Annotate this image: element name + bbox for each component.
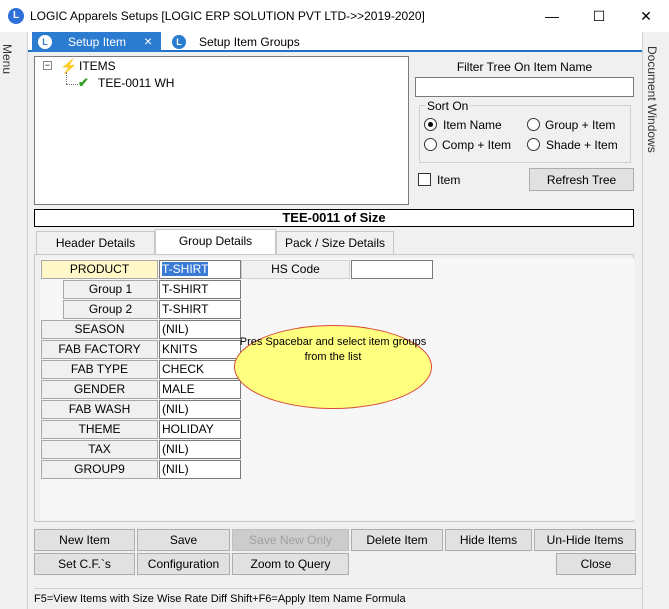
group-value-text: T-SHIRT [162,262,209,276]
group-value-group9[interactable]: (NIL) [159,460,241,479]
menu-strip-label[interactable]: Menu [0,44,14,74]
lightning-icon: ⚡ [60,58,78,74]
item-checkbox[interactable] [418,173,431,186]
tab-pack-size-details[interactable]: Pack / Size Details [276,231,394,254]
filter-caption: Filter Tree On Item Name [456,60,593,74]
zoom-to-query-button[interactable]: Zoom to Query [232,553,349,575]
tab-setup-item[interactable]: L Setup Item × [32,32,161,52]
radio-label[interactable]: Item Name [443,118,502,132]
group-label-fab-wash: FAB WASH [41,400,158,419]
tree-connector [66,84,78,85]
group-value-group1[interactable]: T-SHIRT [159,280,241,299]
document-windows-label[interactable]: Document Windows [645,46,659,153]
tab-label: Setup Item [68,35,127,49]
radio-label[interactable]: Comp + Item [442,138,511,152]
tab-group-details[interactable]: Group Details [155,229,276,255]
group-label-gender: GENDER [41,380,158,399]
group-value-season[interactable]: (NIL) [159,320,241,339]
group-value-fab-wash[interactable]: (NIL) [159,400,241,419]
new-item-button[interactable]: New Item [34,529,135,551]
item-banner: TEE-0011 of Size [34,209,634,227]
sort-on-group [419,105,631,163]
tree-connector [66,72,67,84]
set-cfs-button[interactable]: Set C.F.`s [34,553,135,575]
app-logo-icon: L [38,35,52,49]
save-button[interactable]: Save [137,529,230,551]
group-value-product[interactable]: T-SHIRT [159,260,241,279]
tab-header-details[interactable]: Header Details [36,231,155,254]
window-title: LOGIC Apparels Setups [LOGIC ERP SOLUTIO… [30,9,425,23]
radio-shade-item[interactable] [527,138,540,151]
close-button[interactable]: Close [556,553,636,575]
app-logo-icon: L [172,35,186,49]
group-value-fab-factory[interactable]: KNITS [159,340,241,359]
tree-node-item[interactable]: TEE-0011 WH [98,76,174,90]
group-label-tax: TAX [41,440,158,459]
unhide-items-button[interactable]: Un-Hide Items [534,529,636,551]
configuration-button[interactable]: Configuration [137,553,230,575]
menu-strip[interactable] [0,32,28,609]
group-label-fab-type: FAB TYPE [41,360,158,379]
group-label-fab-factory: FAB FACTORY [41,340,158,359]
close-window-button[interactable]: ✕ [623,0,669,32]
radio-group-item[interactable] [527,118,540,131]
group-value-gender[interactable]: MALE [159,380,241,399]
tree-node-items[interactable]: ITEMS [79,59,116,73]
tab-label: Setup Item Groups [199,35,300,49]
group-value-tax[interactable]: (NIL) [159,440,241,459]
item-tree[interactable] [34,56,409,205]
radio-item-name[interactable] [424,118,437,131]
item-checkbox-label[interactable]: Item [437,173,460,187]
group-value-fab-type[interactable]: CHECK [159,360,241,379]
status-bar: F5=View Items with Size Wise Rate Diff S… [34,588,642,608]
tab-list-dropdown-icon[interactable]: ▼ [620,34,630,45]
radio-comp-item[interactable] [424,138,437,151]
group-label-group1: Group 1 [63,280,158,299]
group-label-group9: GROUP9 [41,460,158,479]
group-label-group2: Group 2 [63,300,158,319]
checkmark-icon: ✔ [78,75,89,90]
minimize-button[interactable]: — [529,0,575,32]
group-value-group2[interactable]: T-SHIRT [159,300,241,319]
hs-code-input[interactable] [351,260,433,279]
maximize-button[interactable]: ☐ [576,0,622,32]
hint-callout: Pres Spacebar and select item groups fro… [234,325,432,409]
delete-item-button[interactable]: Delete Item [351,529,443,551]
hs-code-label: HS Code [241,260,350,279]
radio-label[interactable]: Group + Item [545,118,615,132]
filter-tree-input[interactable] [415,77,634,97]
save-new-only-button[interactable]: Save New Only [232,529,349,551]
hide-items-button[interactable]: Hide Items [445,529,532,551]
app-logo-icon: L [8,8,24,24]
radio-label[interactable]: Shade + Item [546,138,618,152]
group-label-season: SEASON [41,320,158,339]
group-label-product: PRODUCT [41,260,158,279]
refresh-tree-button[interactable]: Refresh Tree [529,168,634,191]
tab-setup-item-groups[interactable]: L Setup Item Groups [166,32,326,52]
group-label-theme: THEME [41,420,158,439]
group-value-theme[interactable]: HOLIDAY [159,420,241,439]
collapse-icon[interactable]: − [43,61,52,70]
close-tab-icon[interactable]: × [144,33,152,49]
sort-on-caption: Sort On [425,99,471,113]
